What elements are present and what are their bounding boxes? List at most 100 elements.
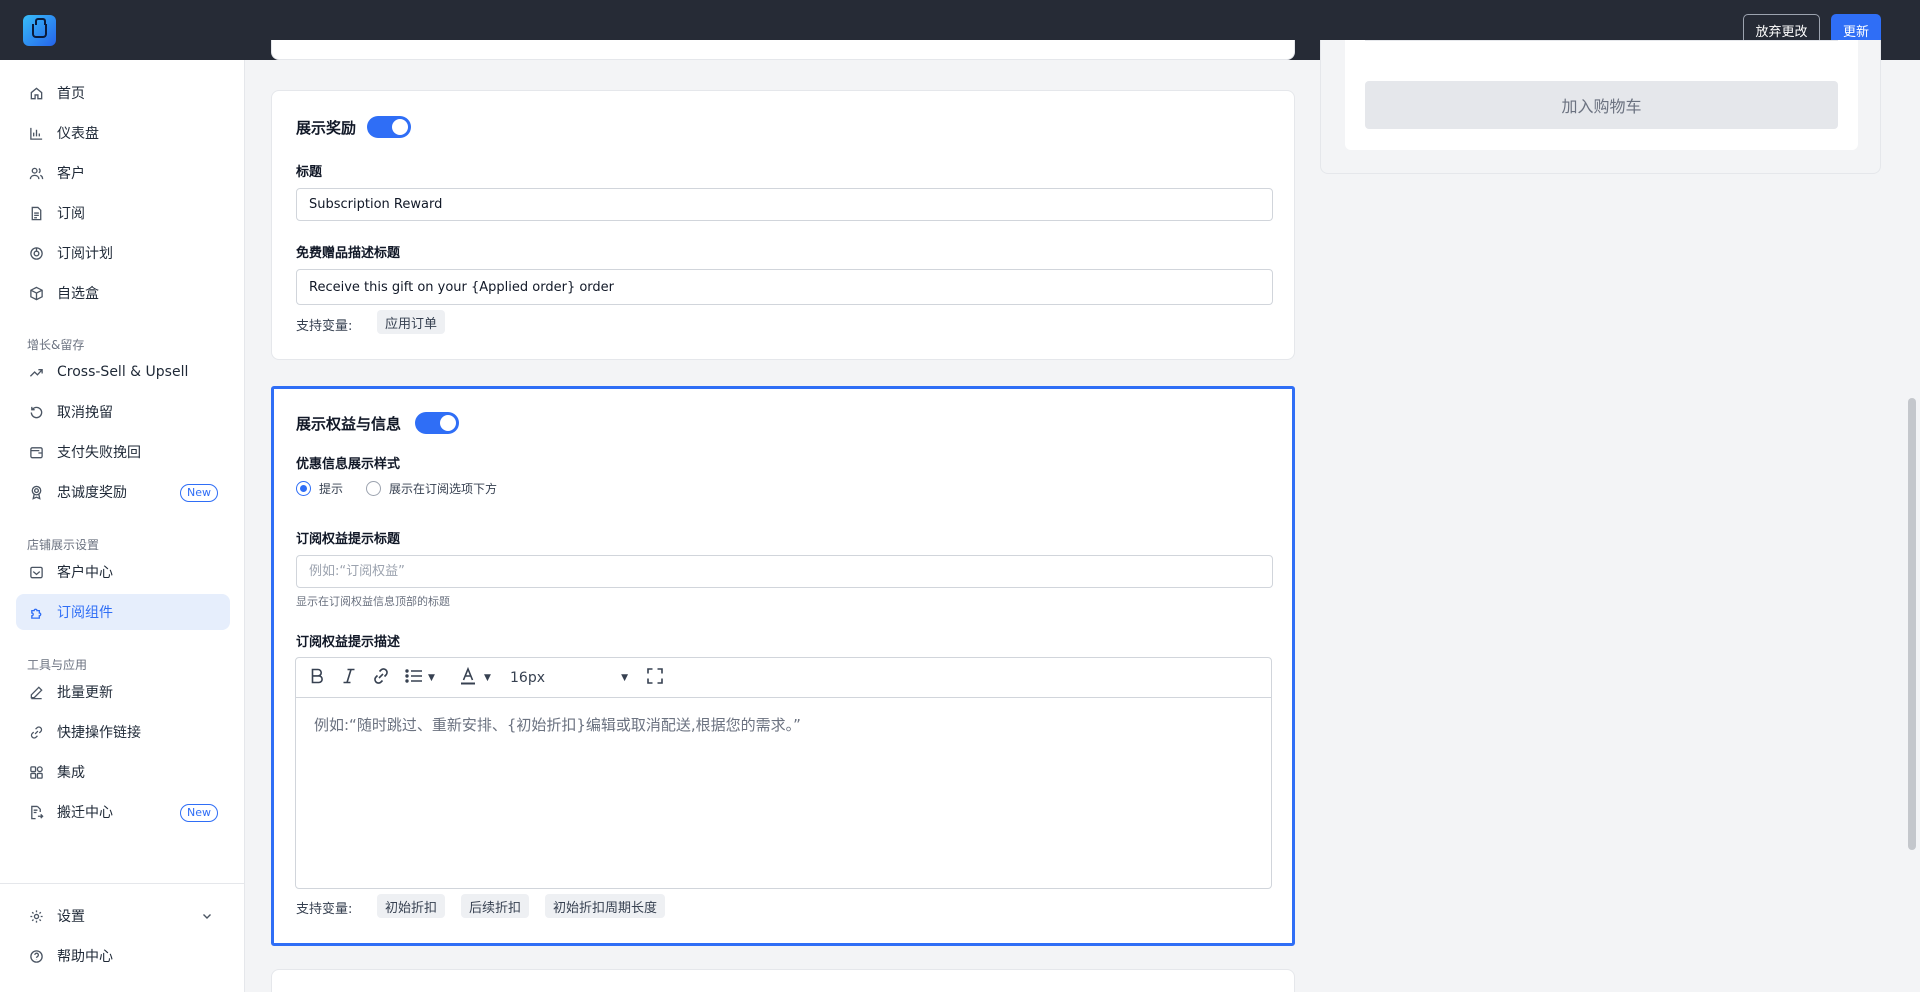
tip-desc-label: 订阅权益提示描述	[296, 635, 401, 650]
fullscreen-button[interactable]	[645, 666, 665, 690]
reward-card-title: 展示奖励	[296, 119, 357, 137]
list-button[interactable]: ▼	[404, 666, 435, 690]
sidebar-item-subscriptions[interactable]: 订阅	[16, 195, 230, 231]
font-size-select[interactable]: 16px ▼	[510, 666, 628, 690]
sidebar-item-home[interactable]: 首页	[16, 75, 230, 111]
variable-chip[interactable]: 应用订单	[377, 310, 446, 334]
sidebar-item-label: 自选盒	[57, 286, 99, 302]
variable-chip[interactable]: 初始折扣	[377, 894, 446, 918]
home-icon	[28, 85, 44, 101]
gear-icon	[28, 908, 44, 924]
editor-toolbar: ▼ ▼ 16px ▼	[296, 658, 1271, 698]
italic-button[interactable]	[339, 666, 359, 690]
users-icon	[28, 165, 44, 181]
radio-label: 展示在订阅选项下方	[389, 482, 498, 496]
edit-icon	[28, 684, 44, 700]
sidebar-item-cross-sell[interactable]: Cross-Sell & Upsell	[16, 354, 230, 390]
sidebar-item-label: 设置	[57, 909, 85, 925]
sidebar-item-bulk-update[interactable]: 批量更新	[16, 674, 230, 710]
sidebar-item-customer-portal[interactable]: 客户中心	[16, 554, 230, 590]
show-benefits-toggle[interactable]	[415, 412, 459, 434]
show-reward-toggle[interactable]	[367, 116, 411, 138]
migrate-icon	[28, 804, 44, 820]
benefits-card-title: 展示权益与信息	[296, 415, 402, 433]
award-icon	[28, 484, 44, 500]
variable-chip[interactable]: 初始折扣周期长度	[545, 894, 666, 918]
reward-title-label: 标题	[296, 165, 323, 180]
section-title-tools: 工具与应用	[27, 658, 88, 672]
sidebar: 首页 仪表盘 客户 订阅 订阅计划 自选盒 增长&留存 Cross-Sell &…	[0, 60, 245, 992]
plan-icon	[28, 245, 44, 261]
wallet-icon	[28, 444, 44, 460]
sidebar-item-label: 取消挽留	[57, 405, 113, 421]
sidebar-item-settings[interactable]: 设置	[16, 898, 230, 934]
preview-panel: 加入购物车	[1320, 40, 1881, 174]
bar-chart-icon	[28, 125, 44, 141]
sidebar-item-integrations[interactable]: 集成	[16, 754, 230, 790]
font-size-value: 16px	[510, 670, 545, 686]
sidebar-item-label: 首页	[57, 86, 85, 102]
italic-icon	[339, 666, 359, 690]
sidebar-divider	[0, 883, 245, 884]
sidebar-item-subscription-widget[interactable]: 订阅组件	[16, 594, 230, 630]
sidebar-item-label: 客户中心	[57, 565, 113, 581]
add-to-cart-button[interactable]: 加入购物车	[1365, 81, 1838, 129]
sidebar-item-label: 订阅	[57, 206, 85, 222]
reward-title-input[interactable]	[296, 188, 1273, 221]
sidebar-item-label: 支付失败挽回	[57, 445, 141, 461]
editor-content[interactable]: 例如:“随时跳过、重新安排、{初始折扣}编辑或取消配送,根据您的需求。”	[314, 714, 801, 735]
inbox-icon	[28, 564, 44, 580]
radio-label: 提示	[319, 482, 344, 496]
sidebar-item-help[interactable]: 帮助中心	[16, 938, 230, 974]
tip-title-label: 订阅权益提示标题	[296, 532, 401, 547]
gift-desc-input[interactable]	[296, 269, 1273, 305]
list-icon	[404, 666, 424, 690]
puzzle-icon	[28, 604, 44, 620]
preview-divider	[1365, 40, 1838, 41]
caret-down-icon: ▼	[428, 673, 435, 683]
text-color-button[interactable]: ▼	[458, 666, 491, 690]
sidebar-item-label: 订阅组件	[57, 605, 113, 621]
preview-widget: 加入购物车	[1345, 40, 1858, 150]
sidebar-item-dashboard[interactable]: 仪表盘	[16, 115, 230, 151]
sidebar-item-label: 快捷操作链接	[57, 725, 141, 741]
sidebar-item-dunning[interactable]: 支付失败挽回	[16, 434, 230, 470]
sidebar-item-label: 批量更新	[57, 685, 113, 701]
sidebar-item-build-a-box[interactable]: 自选盒	[16, 275, 230, 311]
trending-up-icon	[28, 364, 44, 380]
reward-vars-label: 支持变量:	[296, 319, 353, 334]
tip-title-input[interactable]	[296, 555, 1273, 588]
sidebar-item-plans[interactable]: 订阅计划	[16, 235, 230, 271]
caret-down-icon: ▼	[621, 673, 628, 683]
sidebar-item-quick-links[interactable]: 快捷操作链接	[16, 714, 230, 750]
radio-below-options[interactable]: 展示在订阅选项下方	[366, 480, 497, 497]
variable-chip[interactable]: 后续折扣	[461, 894, 530, 918]
radio-circle	[366, 481, 381, 496]
caret-down-icon: ▼	[484, 673, 491, 683]
chevron-down-icon	[200, 909, 214, 923]
new-badge: New	[180, 484, 218, 502]
link-button[interactable]	[371, 666, 391, 690]
sidebar-item-cancel-retention[interactable]: 取消挽留	[16, 394, 230, 430]
sidebar-item-label: 忠诚度奖励	[57, 485, 127, 501]
sidebar-item-label: 集成	[57, 765, 85, 781]
sidebar-item-migration[interactable]: 搬迁中心 New	[16, 794, 230, 830]
sidebar-item-customers[interactable]: 客户	[16, 155, 230, 191]
tip-title-hint: 显示在订阅权益信息顶部的标题	[296, 595, 450, 608]
sidebar-item-loyalty[interactable]: 忠诚度奖励 New	[16, 474, 230, 510]
bold-button[interactable]	[307, 666, 327, 690]
next-card	[271, 969, 1295, 992]
box-icon	[28, 285, 44, 301]
new-badge: New	[180, 804, 218, 822]
radio-circle	[296, 481, 311, 496]
sidebar-item-label: Cross-Sell & Upsell	[57, 364, 189, 380]
app-logo[interactable]	[23, 15, 56, 46]
page-scrollbar[interactable]	[1908, 398, 1916, 850]
benefits-vars-label: 支持变量:	[296, 902, 353, 917]
offer-style-label: 优惠信息展示样式	[296, 457, 401, 472]
fullscreen-icon	[645, 666, 665, 690]
section-title-store: 店铺展示设置	[27, 538, 100, 552]
document-icon	[28, 205, 44, 221]
radio-tip[interactable]: 提示	[296, 480, 343, 497]
grid-icon	[28, 764, 44, 780]
